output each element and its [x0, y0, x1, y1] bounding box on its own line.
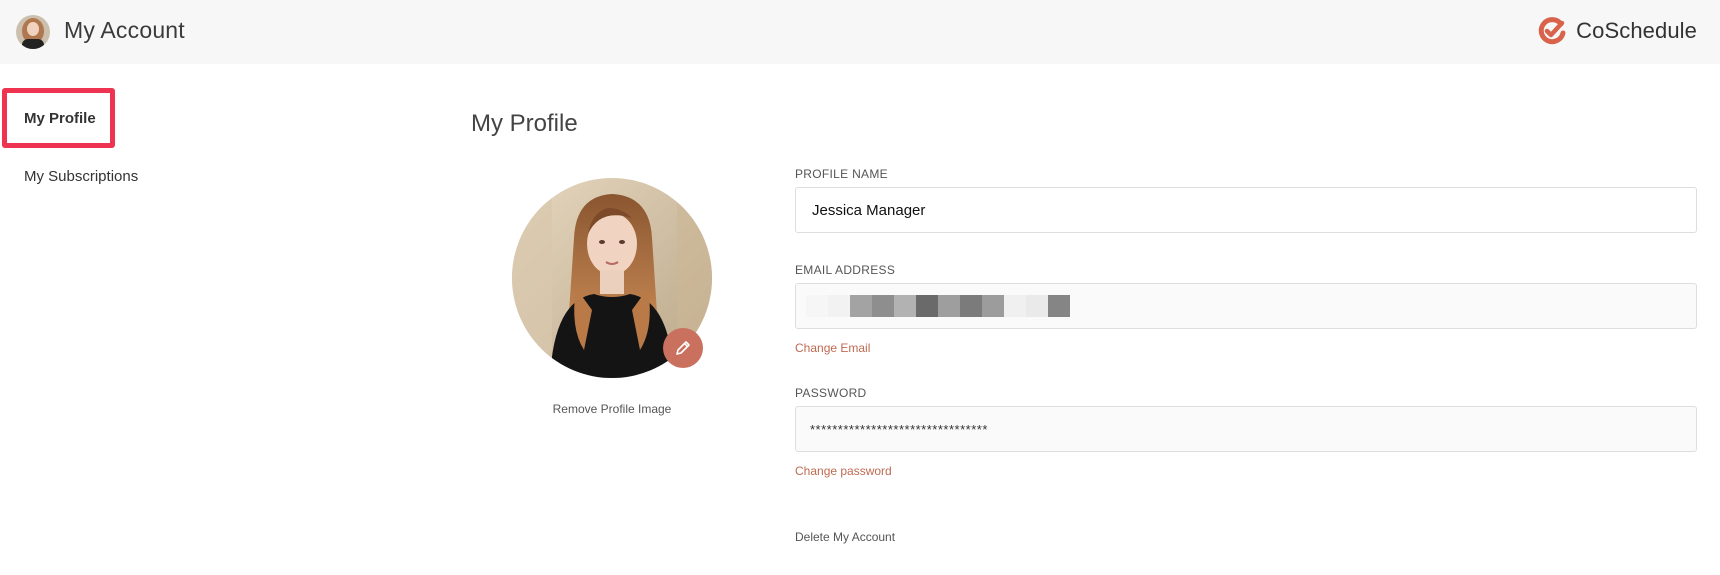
- coschedule-logo-icon: [1538, 17, 1566, 45]
- change-email-link[interactable]: Change Email: [795, 341, 870, 355]
- profile-name-field[interactable]: [795, 187, 1697, 233]
- delete-account-link[interactable]: Delete My Account: [795, 530, 895, 544]
- remove-profile-image-link[interactable]: Remove Profile Image: [512, 402, 712, 416]
- profile-name-label: PROFILE NAME: [795, 167, 888, 181]
- password-label: PASSWORD: [795, 386, 867, 400]
- email-label: EMAIL ADDRESS: [795, 263, 896, 277]
- page-title: My Profile: [471, 110, 578, 137]
- user-avatar[interactable]: [16, 15, 50, 49]
- email-field[interactable]: [795, 283, 1697, 329]
- redacted-email: [806, 295, 1070, 317]
- brand-name: CoSchedule: [1576, 18, 1697, 43]
- sidebar-item-my-subscriptions[interactable]: My Subscriptions: [24, 168, 138, 185]
- change-password-link[interactable]: Change password: [795, 464, 892, 478]
- pencil-icon: [676, 341, 690, 355]
- profile-name-input[interactable]: [810, 200, 1696, 220]
- password-field[interactable]: ********************************: [795, 406, 1697, 452]
- edit-photo-button[interactable]: [663, 328, 703, 368]
- top-bar: My Account CoSchedule: [0, 0, 1720, 64]
- brand-logo[interactable]: CoSchedule: [1537, 14, 1697, 48]
- password-value: ********************************: [810, 421, 988, 437]
- sidebar-item-my-profile[interactable]: My Profile: [24, 110, 96, 127]
- page-header-title: My Account: [64, 17, 185, 43]
